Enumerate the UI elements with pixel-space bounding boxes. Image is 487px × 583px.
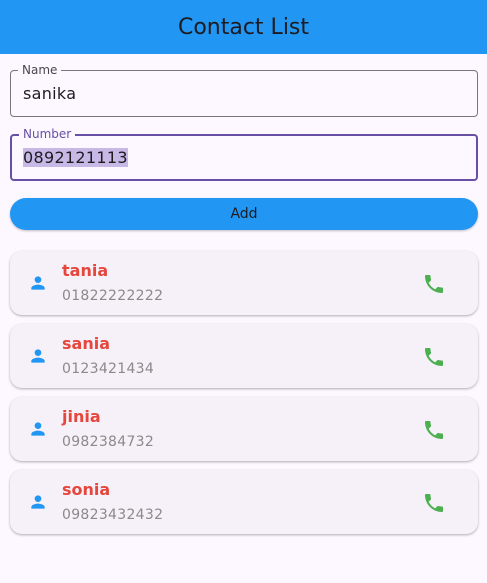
contact-number: 0982384732 xyxy=(62,434,155,450)
contact-card[interactable]: sonia 09823432432 xyxy=(10,470,478,534)
app-title: Contact List xyxy=(177,14,310,40)
phone-icon[interactable] xyxy=(422,491,446,515)
contact-card[interactable]: tania 01822222222 xyxy=(10,251,478,315)
phone-icon[interactable] xyxy=(422,418,446,442)
contact-number: 01822222222 xyxy=(62,288,164,304)
contact-number: 0123421434 xyxy=(62,361,155,377)
person-icon xyxy=(31,349,45,363)
contact-name: sania xyxy=(62,334,110,353)
phone-icon[interactable] xyxy=(422,272,446,296)
name-field[interactable]: Name sanika xyxy=(10,63,478,117)
add-button[interactable]: Add xyxy=(10,198,478,230)
contact-name: sonia xyxy=(62,480,111,499)
number-field-value[interactable]: 0892121113 xyxy=(23,148,128,167)
contact-name: tania xyxy=(62,261,109,280)
person-icon xyxy=(31,276,45,290)
phone-icon[interactable] xyxy=(422,345,446,369)
app-bar: Contact List xyxy=(0,0,487,54)
contact-card[interactable]: sania 0123421434 xyxy=(10,324,478,388)
contact-name: jinia xyxy=(62,407,101,426)
contact-number: 09823432432 xyxy=(62,507,164,523)
name-field-label: Name xyxy=(18,63,62,77)
number-field-label: Number xyxy=(19,127,76,141)
person-icon xyxy=(31,495,45,509)
contact-card[interactable]: jinia 0982384732 xyxy=(10,397,478,461)
person-icon xyxy=(31,422,45,436)
add-button-label: Add xyxy=(230,206,258,222)
name-field-value[interactable]: sanika xyxy=(23,84,76,103)
number-field[interactable]: Number 0892121113 xyxy=(10,127,478,181)
